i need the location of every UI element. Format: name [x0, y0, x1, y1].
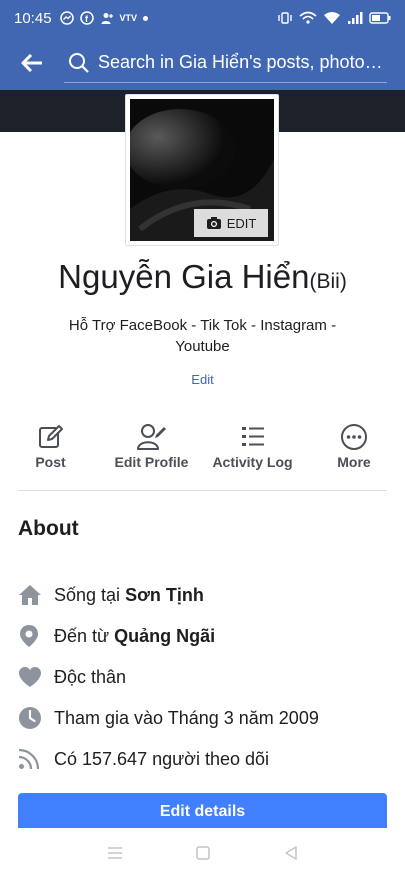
profile-bio: Hỗ Trợ FaceBook - Tik Tok - Instagram - …	[68, 317, 337, 355]
back-arrow-icon	[21, 54, 42, 72]
vibrate-icon	[278, 12, 292, 24]
about-item-from[interactable]: Đến từ Quảng Ngãi	[18, 621, 388, 651]
camera-icon	[206, 217, 221, 229]
about-item-lives-in[interactable]: Sống tại Sơn Tịnh	[18, 580, 388, 610]
profile-alternate-name: (Bii)	[309, 270, 347, 293]
back-button[interactable]	[0, 36, 64, 90]
avatar-edit-button[interactable]: EDIT	[194, 209, 268, 237]
clock-icon	[18, 706, 54, 730]
heart-icon	[18, 666, 54, 688]
action-more[interactable]: More	[303, 420, 405, 490]
system-nav-bar	[0, 828, 405, 878]
user-add-icon	[101, 13, 113, 24]
back-nav-icon[interactable]	[283, 845, 299, 861]
about-item-lives-in-place: Sơn Tịnh	[125, 584, 204, 605]
action-activity-log[interactable]: Activity Log	[202, 420, 303, 490]
dot-icon	[143, 15, 149, 21]
rss-icon	[18, 748, 54, 770]
system-icons	[277, 11, 391, 25]
menu-nav-icon[interactable]	[106, 845, 124, 861]
profile-name: Nguyễn Gia Hiển(Bii)	[0, 258, 405, 296]
avatar-edit-label: EDIT	[226, 215, 257, 231]
facebook-icon: f	[79, 11, 94, 25]
action-post[interactable]: Post	[0, 420, 101, 490]
location-pin-icon	[18, 624, 54, 648]
about-item-from-place: Quảng Ngãi	[114, 625, 216, 646]
about-item-followers[interactable]: Có 157.647 người theo dõi	[18, 744, 388, 774]
home-nav-icon[interactable]	[195, 845, 211, 861]
search-input[interactable]: Search in Gia Hiển's posts, photos,...	[64, 43, 387, 83]
status-time: 10:45	[14, 9, 52, 27]
about-item-followers-text: Có 157.647 người theo dõi	[54, 748, 270, 769]
about-heading: About	[18, 517, 79, 540]
about-item-from-prefix: Đến từ	[54, 625, 115, 646]
about-item-lives-in-prefix: Sống tại	[54, 584, 126, 605]
about-item-joined-text: Tham gia vào Tháng 3 năm 2009	[54, 707, 319, 728]
vtv-icon: VTV	[119, 13, 138, 23]
more-icon	[340, 420, 368, 454]
edit-profile-icon	[136, 420, 167, 454]
svg-text:f: f	[85, 14, 89, 24]
top-bar: Search in Gia Hiển's posts, photos,...	[0, 36, 405, 90]
compose-icon	[37, 420, 65, 454]
status-bar: 10:45 f VTV	[0, 0, 405, 36]
messenger-icon	[59, 11, 74, 25]
battery-icon	[369, 12, 391, 24]
about-item-relationship[interactable]: Độc thân	[18, 662, 388, 692]
profile-picture-frame[interactable]: EDIT	[125, 94, 279, 246]
signal-icon	[348, 12, 363, 24]
action-post-label: Post	[35, 454, 66, 470]
action-activity-log-label: Activity Log	[212, 454, 293, 470]
action-more-label: More	[337, 454, 371, 470]
about-item-relationship-text: Độc thân	[54, 666, 127, 687]
about-item-joined[interactable]: Tham gia vào Tháng 3 năm 2009	[18, 703, 388, 733]
wifi-call-icon	[299, 11, 317, 24]
search-icon	[69, 52, 89, 73]
notification-icons: f VTV	[59, 11, 149, 25]
action-edit-profile[interactable]: Edit Profile	[101, 420, 202, 490]
list-icon	[240, 420, 266, 454]
profile-name-text: Nguyễn Gia Hiển	[58, 258, 310, 295]
home-icon	[18, 584, 54, 606]
edit-details-button[interactable]: Edit details	[18, 793, 387, 831]
profile-picture[interactable]: EDIT	[130, 99, 274, 241]
wifi-icon	[324, 12, 340, 24]
divider	[18, 490, 387, 491]
search-placeholder: Search in Gia Hiển's posts, photos,...	[98, 52, 387, 72]
bio-edit-link[interactable]: Edit	[0, 372, 405, 387]
action-edit-profile-label: Edit Profile	[114, 454, 189, 470]
profile-actions: Post Edit Profile Activity Log More	[0, 420, 405, 490]
